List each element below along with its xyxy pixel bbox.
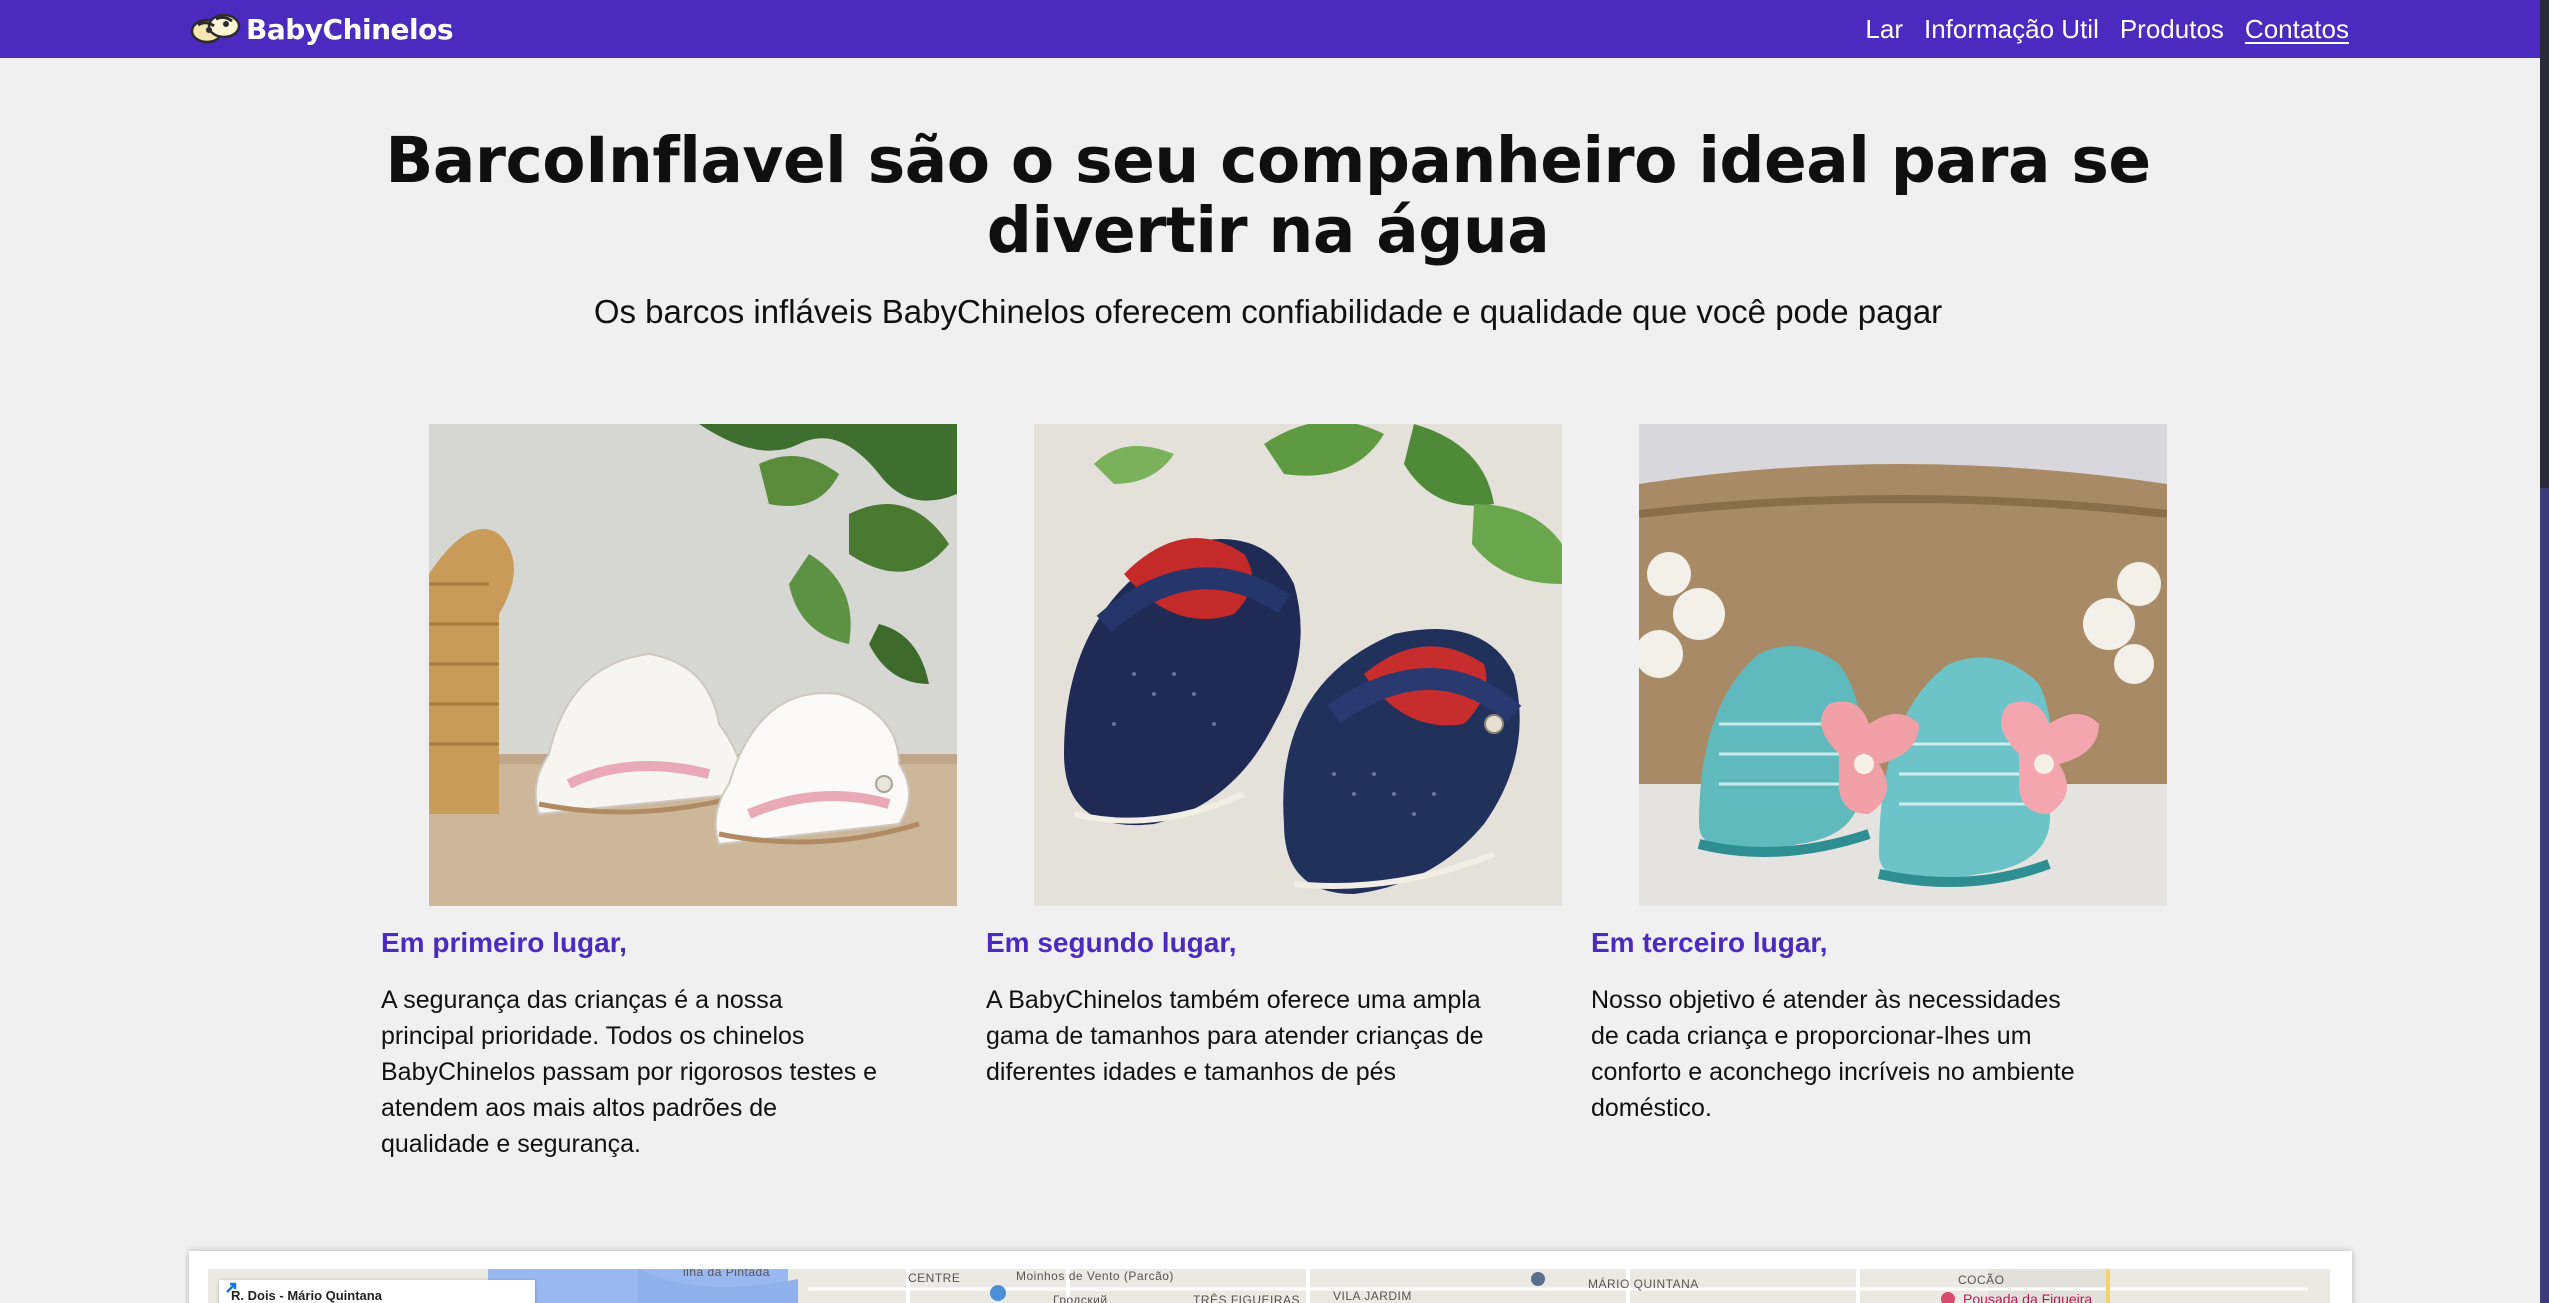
- map-place-title: R. Dois - Mário Quintana: [231, 1288, 382, 1303]
- navy-baby-shoes-photo: [1034, 424, 1562, 906]
- map-label: COCÃO: [1958, 1273, 2005, 1287]
- white-baby-sandals-photo: [429, 424, 957, 906]
- brand-home-link[interactable]: BabyChinelos: [190, 8, 454, 50]
- nav-link-produtos[interactable]: Produtos: [2120, 14, 2224, 45]
- map-poi-label[interactable]: Pousada da Figueira: [1963, 1291, 2092, 1303]
- feature-text: A BabyChinelos também oferece uma ampla …: [986, 986, 1484, 1086]
- map-label: Moinhos de Vento (Parcão): [1016, 1269, 1174, 1283]
- page-scrollbar[interactable]: [2540, 0, 2549, 1303]
- feature-card-second: Em segundo lugar, A BabyChinelos também …: [986, 424, 1562, 1144]
- brand-name: BabyChinelos: [246, 12, 454, 46]
- map-label: CENTRE: [908, 1271, 961, 1285]
- feature-heading: Em segundo lugar,: [986, 927, 1237, 958]
- map-label: ilha da Pintada: [683, 1269, 770, 1279]
- nav-link-lar[interactable]: Lar: [1865, 14, 1903, 45]
- map-label: MÁRIO QUINTANA: [1588, 1277, 1699, 1291]
- hero-subtitle: Os barcos infláveis BabyChinelos oferece…: [593, 293, 1943, 330]
- feature-text: Nosso objetivo é atender às necessidades…: [1591, 986, 2075, 1122]
- feature-card-third: Em terceiro lugar, Nosso objetivo é aten…: [1591, 424, 2167, 1144]
- feature-heading: Em terceiro lugar,: [1591, 927, 1828, 958]
- map-label: Гродский: [1053, 1293, 1108, 1303]
- crochet-baby-booties-photo: [1639, 424, 2167, 906]
- top-navbar: BabyChinelos Lar Informação Util Produto…: [0, 0, 2540, 58]
- map-embed: ilha da Pintada CENTRE Moinhos de Vento …: [189, 1251, 2352, 1303]
- feature-card-first: Em primeiro lugar, A segurança das crian…: [381, 424, 957, 1158]
- map-label: VILA JARDIM: [1333, 1289, 1412, 1303]
- expand-map-icon[interactable]: [219, 1280, 239, 1300]
- slippers-logo-icon: [190, 13, 241, 44]
- map-canvas[interactable]: ilha da Pintada CENTRE Moinhos de Vento …: [208, 1269, 2330, 1303]
- map-label: TRÊS FIGUEIRAS: [1193, 1293, 1301, 1303]
- nav-link-contatos[interactable]: Contatos: [2245, 14, 2349, 45]
- feature-text: A segurança das crianças é a nossa princ…: [381, 986, 878, 1158]
- scrollbar-thumb[interactable]: [2540, 488, 2549, 1303]
- hero-title: BarcoInflavel são o seu companheiro idea…: [385, 124, 2151, 267]
- feature-heading: Em primeiro lugar,: [381, 927, 627, 958]
- map-place-card: R. Dois - Mário Quintana: [219, 1280, 535, 1303]
- nav-link-informacao-util[interactable]: Informação Util: [1924, 14, 2099, 45]
- main-nav: Lar Informação Util Produtos Contatos: [1844, 0, 2349, 58]
